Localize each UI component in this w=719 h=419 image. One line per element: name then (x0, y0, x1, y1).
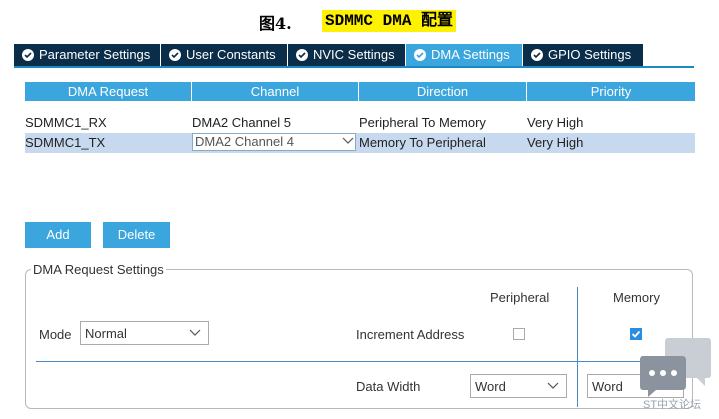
peripheral-column-label: Peripheral (490, 290, 550, 305)
increment-peripheral-checkbox[interactable] (513, 328, 525, 340)
watermark-text: ST中文论坛 (643, 399, 702, 411)
column-header-priority[interactable]: Priority (527, 82, 695, 101)
column-header-direction[interactable]: Direction (359, 82, 527, 101)
mode-label: Mode (39, 327, 72, 342)
cell-channel: DMA2 Channel 4 (192, 133, 359, 153)
cell-channel: DMA2 Channel 5 (192, 115, 291, 130)
cell-request: SDMMC1_TX (25, 135, 106, 150)
column-header-channel[interactable]: Channel (192, 82, 359, 101)
dma-request-table: DMA Request Channel Direction Priority S… (25, 82, 695, 153)
cell-direction: Memory To Peripheral (359, 135, 486, 150)
memory-column-label: Memory (613, 290, 660, 305)
caption-number: 图4. (259, 14, 292, 33)
chevron-down-icon (546, 379, 560, 394)
check-circle-icon (414, 49, 426, 61)
tab-gpio-settings[interactable]: GPIO Settings (523, 44, 644, 66)
tab-label: Parameter Settings (39, 47, 151, 62)
tab-dma-settings[interactable]: DMA Settings (406, 44, 523, 66)
mode-select[interactable]: Normal (80, 321, 209, 345)
channel-select[interactable]: DMA2 Channel 4 (192, 133, 356, 151)
data-width-memory-value: Word (592, 378, 623, 394)
table-row[interactable]: SDMMC1_RX DMA2 Channel 5 Peripheral To M… (25, 113, 695, 133)
chevron-down-icon (341, 134, 355, 150)
delete-button[interactable]: Delete (103, 222, 170, 248)
add-button[interactable]: Add (25, 222, 91, 248)
check-circle-icon (296, 49, 308, 61)
tab-label: NVIC Settings (313, 47, 395, 62)
check-circle-icon (169, 49, 181, 61)
column-header-dma-request[interactable]: DMA Request (25, 82, 192, 101)
cell-priority: Very High (527, 115, 584, 130)
tab-label: GPIO Settings (548, 47, 632, 62)
cell-request: SDMMC1_RX (25, 115, 107, 130)
channel-select-value: DMA2 Channel 4 (195, 134, 294, 149)
tab-nvic-settings[interactable]: NVIC Settings (288, 44, 406, 66)
check-circle-icon (22, 49, 34, 61)
data-width-peripheral-select[interactable]: Word (470, 374, 567, 398)
figure-caption: 图4. SDMMC DMA 配置 (0, 10, 719, 33)
chevron-down-icon (188, 326, 202, 341)
settings-tab-bar: Parameter Settings User Constants NVIC S… (14, 44, 694, 68)
table-header: DMA Request Channel Direction Priority (25, 82, 695, 101)
group-legend: DMA Request Settings (31, 262, 166, 277)
table-row-selected[interactable]: SDMMC1_TX DMA2 Channel 4 Memory To Perip… (25, 133, 695, 153)
cell-direction: Peripheral To Memory (359, 115, 486, 130)
tab-label: User Constants (186, 47, 276, 62)
cell-priority: Very High (527, 135, 584, 150)
tab-label: DMA Settings (431, 47, 510, 62)
check-circle-icon (531, 49, 543, 61)
data-width-label: Data Width (356, 379, 421, 394)
data-width-peripheral-value: Word (475, 378, 506, 394)
section-divider (36, 361, 676, 362)
tab-user-constants[interactable]: User Constants (161, 44, 288, 66)
tab-parameter-settings[interactable]: Parameter Settings (14, 44, 161, 66)
caption-title: SDMMC DMA 配置 (322, 10, 457, 32)
column-divider (577, 287, 578, 407)
mode-select-value: Normal (85, 325, 127, 341)
increment-address-label: Increment Address (356, 327, 465, 342)
